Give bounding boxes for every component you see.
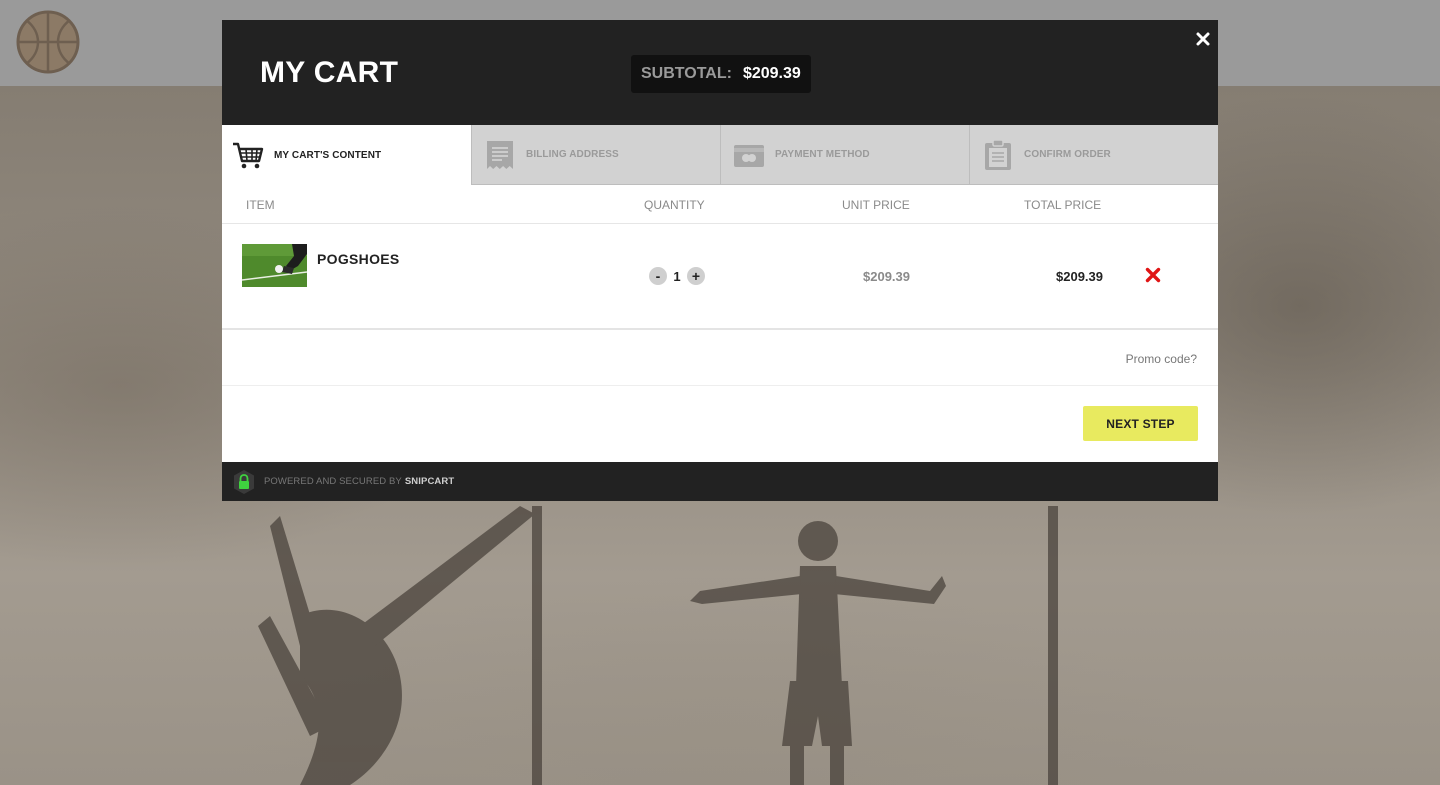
tab-label: PAYMENT METHOD xyxy=(775,149,870,160)
remove-x-icon[interactable] xyxy=(1145,267,1161,283)
tab-billing-address[interactable]: BILLING ADDRESS xyxy=(471,125,720,185)
total-price: $209.39 xyxy=(1056,269,1103,284)
lock-icon xyxy=(234,470,254,494)
tab-label: BILLING ADDRESS xyxy=(526,149,619,160)
quantity-stepper: - 1 + xyxy=(649,267,705,285)
checkout-steps: MY CART'S CONTENT BILLING ADDRESS PAYMEN… xyxy=(222,125,1218,185)
subtotal-badge: SUBTOTAL: $209.39 xyxy=(631,55,811,93)
column-header-item: ITEM xyxy=(246,198,275,212)
tab-payment-method[interactable]: PAYMENT METHOD xyxy=(720,125,969,185)
unit-price: $209.39 xyxy=(863,269,910,284)
promo-row: Promo code? xyxy=(222,330,1218,386)
subtotal-value: $209.39 xyxy=(742,65,801,82)
credit-card-icon xyxy=(734,144,764,167)
quantity-value: 1 xyxy=(673,268,681,284)
column-header-unit-price: UNIT PRICE xyxy=(842,198,910,212)
decrement-button[interactable]: - xyxy=(649,267,667,285)
next-step-button[interactable]: NEXT STEP xyxy=(1083,406,1198,441)
powered-by-text: POWERED AND SECURED BY SNIPCART xyxy=(264,476,454,487)
cart-modal: MY CART SUBTOTAL: $209.39 MY CART'S CONT… xyxy=(222,20,1218,501)
tab-cart-content[interactable]: MY CART'S CONTENT xyxy=(222,125,471,185)
product-name[interactable]: POGSHOES xyxy=(317,251,400,267)
tab-label: MY CART'S CONTENT xyxy=(274,149,382,161)
table-header: ITEM QUANTITY UNIT PRICE TOTAL PRICE xyxy=(222,185,1218,224)
promo-code-link[interactable]: Promo code? xyxy=(1126,352,1197,366)
receipt-icon xyxy=(487,140,513,169)
tab-label: CONFIRM ORDER xyxy=(1024,149,1111,160)
cart-header: MY CART SUBTOTAL: $209.39 xyxy=(222,20,1218,125)
product-thumbnail[interactable] xyxy=(242,244,307,287)
cart-title: MY CART xyxy=(260,56,399,89)
cart-footer: POWERED AND SECURED BY SNIPCART xyxy=(222,462,1218,501)
snipcart-brand[interactable]: SNIPCART xyxy=(405,476,454,487)
powered-by-label: POWERED AND SECURED BY xyxy=(264,476,402,487)
clipboard-icon xyxy=(985,138,1011,170)
column-header-total-price: TOTAL PRICE xyxy=(1024,198,1102,212)
close-icon[interactable] xyxy=(1192,28,1214,50)
basketball-icon[interactable] xyxy=(16,10,80,74)
subtotal-label: SUBTOTAL: xyxy=(641,65,732,82)
tab-confirm-order[interactable]: CONFIRM ORDER xyxy=(969,125,1218,185)
increment-button[interactable]: + xyxy=(687,267,705,285)
column-header-quantity: QUANTITY xyxy=(644,198,705,212)
table-row: POGSHOES - 1 + $209.39 $209.39 xyxy=(222,224,1218,330)
shopping-cart-icon xyxy=(233,142,264,169)
